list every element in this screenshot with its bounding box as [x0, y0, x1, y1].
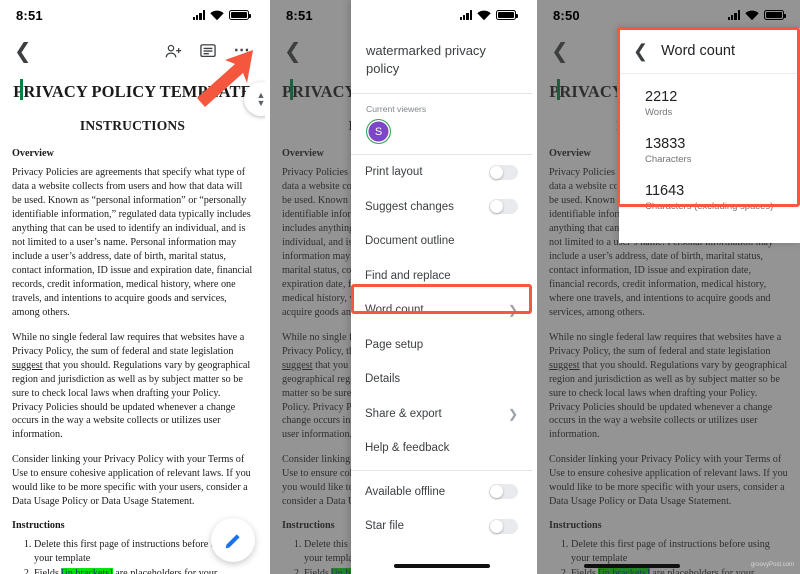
menu-divider [351, 469, 532, 471]
menu-item-label: Print layout [365, 166, 423, 179]
document-app-bar: ❮ ⋯ [0, 30, 265, 72]
characters-excl-spaces-label: Characters (excluding spaces) [645, 201, 774, 213]
print-layout-toggle[interactable] [489, 164, 518, 180]
characters-value: 13833 [645, 136, 686, 153]
menu-item-label: Page setup [365, 338, 424, 351]
menu-item-page-setup[interactable]: Page setup [351, 328, 532, 363]
menu-item-label: Suggest changes [365, 200, 454, 213]
status-time: 8:51 [286, 7, 313, 23]
status-bar: 8:51 [0, 0, 265, 30]
menu-item-share-and-export[interactable]: Share & export ❯ [351, 397, 532, 432]
document-subtitle: INSTRUCTIONS [79, 118, 186, 133]
menu-item-label: Document outline [365, 235, 455, 248]
overview-paragraph-2: While no single federal law requires tha… [12, 331, 253, 443]
three-panel-screenshot: 8:51 ❮ ⋯ PRIVACY POLICY TEMPLATE INSTRUC… [0, 0, 800, 574]
menu-item-label: Help & feedback [365, 442, 450, 455]
avatar[interactable]: S [366, 119, 391, 145]
word-count-title: Word count [661, 43, 735, 59]
battery-icon [496, 10, 519, 20]
word-count-rows: 2212 Words 13833 Characters 11643 Charac… [619, 74, 800, 212]
para2-underlined: suggest [12, 359, 43, 371]
status-time: 8:51 [16, 7, 43, 23]
comment-icon[interactable] [199, 43, 216, 59]
menu-item-label: Share & export [365, 407, 442, 420]
menu-list: Print layout Suggest changes Document ou… [351, 155, 532, 574]
characters-excl-spaces-value: 11643 [645, 183, 685, 200]
status-icons [459, 10, 519, 21]
status-icons [727, 10, 787, 21]
menu-item-print-layout[interactable]: Print layout [351, 155, 532, 190]
word-count-header: ❮ Word count [619, 28, 800, 74]
chevron-right-icon: ❯ [507, 406, 518, 421]
back-icon[interactable]: ❮ [14, 41, 32, 62]
overflow-menu-sheet: watermarked privacy policy Current viewe… [351, 0, 532, 574]
panel-word-count-dialog: PRIVACY POLICY TEMPLATE INSTRUCTIONS Ove… [537, 0, 800, 574]
word-count-row-characters: 13833 Characters [645, 135, 786, 165]
cellular-signal-icon [459, 10, 472, 20]
para2-post: that you should. Regulations vary by geo… [12, 359, 251, 441]
para2-pre: While no single federal law requires tha… [12, 331, 245, 357]
available-offline-toggle[interactable] [489, 484, 518, 500]
person-add-icon[interactable] [165, 44, 182, 59]
wifi-icon [477, 10, 491, 21]
back-icon[interactable]: ❮ [633, 42, 648, 60]
status-time: 8:50 [553, 7, 580, 23]
cellular-signal-icon [727, 10, 740, 20]
document-title: PRIVACY POLICY TEMPLATE [12, 79, 253, 102]
current-viewers-section: Current viewers S [351, 94, 532, 156]
document-page: PRIVACY POLICY TEMPLATE INSTRUCTIONS Ove… [0, 72, 265, 574]
menu-item-label: Word count [365, 304, 424, 317]
menu-item-details[interactable]: Details [351, 362, 532, 397]
menu-item-label: Available offline [365, 485, 446, 498]
document-title-text: PRIVACY POLICY TEMPLATE [13, 82, 252, 101]
battery-icon [764, 10, 787, 20]
menu-item-star-file[interactable]: Star file [351, 509, 532, 544]
word-count-row-characters-excluding-spaces: 11643 Characters (excluding spaces) [645, 182, 786, 212]
menu-item-available-offline[interactable]: Available offline [351, 475, 532, 510]
bracket-highlight: [in brackets] [61, 568, 113, 574]
home-indicator [393, 564, 490, 568]
wifi-icon [745, 10, 759, 21]
star-file-toggle[interactable] [489, 518, 518, 534]
overview-heading: Overview [12, 148, 54, 159]
menu-item-label: Find and replace [365, 269, 451, 282]
menu-item-label: Star file [365, 520, 404, 533]
word-count-row-words: 2212 Words [645, 88, 786, 118]
panel-overflow-menu: PRIVACY POLICY TEMPLATE INSTRUCTIONS Ove… [270, 0, 532, 574]
overview-paragraph-1: Privacy Policies are agreements that spe… [12, 167, 253, 318]
battery-icon [229, 10, 252, 20]
home-indicator [583, 564, 680, 568]
status-bar: 8:50 [537, 0, 800, 30]
text-cursor [20, 79, 23, 100]
wifi-icon [210, 10, 224, 21]
chevron-right-icon: ❯ [507, 303, 518, 318]
status-icons [192, 10, 252, 21]
cellular-signal-icon [192, 10, 205, 20]
menu-item-find-and-replace[interactable]: Find and replace [351, 259, 532, 294]
panel-document-view: 8:51 ❮ ⋯ PRIVACY POLICY TEMPLATE INSTRUC… [0, 0, 265, 574]
word-count-dialog: ❮ Word count 2212 Words 13833 Characters… [619, 28, 800, 244]
overview-paragraph-3: Consider linking your Privacy Policy wit… [12, 454, 251, 508]
menu-item-suggest-changes[interactable]: Suggest changes [351, 190, 532, 225]
menu-item-word-count[interactable]: Word count ❯ [351, 293, 532, 328]
list-item: Fields [in brackets] are placeholders fo… [34, 567, 253, 574]
suggest-changes-toggle[interactable] [489, 199, 518, 215]
menu-item-document-outline[interactable]: Document outline [351, 224, 532, 259]
site-watermark: groovyPost.com [750, 562, 794, 568]
pencil-edit-icon[interactable] [211, 518, 255, 562]
words-value: 2212 [645, 89, 678, 105]
words-label: Words [645, 107, 673, 119]
status-bar: 8:51 [270, 0, 532, 30]
menu-item-label: Details [365, 373, 401, 386]
more-options-icon[interactable]: ⋯ [234, 43, 251, 59]
current-viewers-label: Current viewers [366, 104, 427, 115]
menu-item-help-and-feedback[interactable]: Help & feedback [351, 431, 532, 466]
characters-label: Characters [645, 154, 692, 166]
